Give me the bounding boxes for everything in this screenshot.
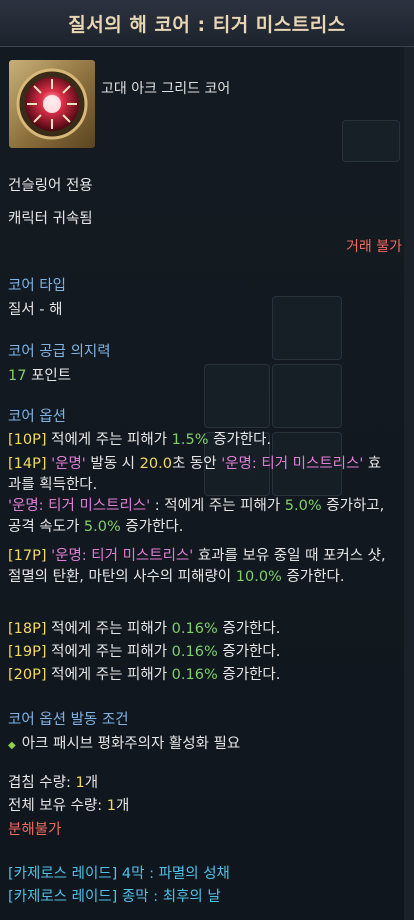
item-header: 고대 아크 그리드 코어 (0, 60, 404, 152)
condition-text: 아크 패시브 평화주의자 활성화 필요 (21, 736, 241, 752)
option-tag: [10P] (8, 432, 47, 448)
option-keyword: '운명: 티거 미스트리스' (221, 456, 364, 472)
option-text: 증가한다. (217, 621, 281, 637)
class-restriction: 건슬링어 전용 (8, 178, 93, 194)
option-text: : 적에게 주는 피해가 (150, 498, 285, 514)
supply-number: 17 (8, 368, 27, 384)
option-value: 5.0% (284, 498, 322, 514)
option-text: 발동 시 (85, 456, 140, 472)
option-tag: [19P] (8, 644, 47, 660)
item-title: 질서의 해 코어 : 티거 미스트리스 (68, 13, 346, 36)
supply-value: 17 포인트 (8, 364, 71, 385)
option-text: 적에게 주는 피해가 (46, 667, 172, 683)
supply-unit: 포인트 (31, 368, 72, 384)
owned-unit: 개 (116, 798, 130, 814)
option-text: 증가한다. (208, 432, 272, 448)
option-18p: [18P] 적에게 주는 피해가 0.16% 증가한다. (8, 619, 394, 640)
option-value: 20.0 (139, 456, 172, 472)
option-keyword: '운명: 티거 미스트리스' (8, 498, 151, 514)
owned-count: 전체 보유 수량: 1개 (8, 794, 129, 815)
option-17p: [17P] '운명: 티거 미스트리스' 효과를 보유 중일 때 포커스 샷, … (8, 546, 394, 588)
stack-label: 겹침 수량: (8, 775, 76, 791)
trade-status: 거래 불가 (346, 239, 402, 255)
option-value: 0.16% (171, 667, 218, 683)
option-text: 초 동안 (171, 456, 222, 472)
option-tag: [14P] (8, 456, 47, 472)
diamond-bullet-icon: ◆ (8, 740, 16, 751)
owned-label: 전체 보유 수량: (8, 798, 107, 814)
option-text: 적에게 주는 피해가 (46, 644, 172, 660)
option-text: 증가한다. (217, 644, 281, 660)
option-tag: [20P] (8, 667, 47, 683)
disassemble-status: 분해불가 (8, 822, 62, 838)
option-20p: [20P] 적에게 주는 피해가 0.16% 증가한다. (8, 665, 394, 686)
background-slot (272, 364, 342, 428)
option-14p: [14P] '운명' 발동 시 20.0초 동안 '운명: 티거 미스트리스' … (8, 454, 394, 538)
option-tag: [18P] (8, 621, 47, 637)
stack-count: 겹침 수량: 1개 (8, 771, 98, 792)
sun-core-icon (16, 68, 88, 140)
core-type-value: 질서 - 해 (8, 302, 63, 318)
option-text: 증가한다. (281, 569, 345, 585)
option-10p: [10P] 적에게 주는 피해가 1.5% 증가한다. (8, 430, 394, 451)
option-value: 10.0% (235, 569, 282, 585)
option-19p: [19P] 적에게 주는 피해가 0.16% 증가한다. (8, 642, 394, 663)
option-keyword: '운명: 티거 미스트리스' (46, 548, 194, 564)
option-text: 증가한다. (120, 519, 184, 535)
stack-unit: 개 (84, 775, 99, 791)
core-type-header: 코어 타입 (8, 278, 66, 294)
options-header: 코어 옵션 (8, 409, 66, 425)
source-item: [카제로스 레이드] 종막 : 최후의 날 (8, 889, 221, 905)
option-value: 0.16% (171, 644, 218, 660)
option-text: 적에게 주는 피해가 (46, 432, 172, 448)
core-item-icon (9, 60, 95, 148)
bound-status: 캐릭터 귀속됨 (8, 211, 93, 227)
option-keyword: '운명' (46, 456, 86, 472)
item-type-label: 고대 아크 그리드 코어 (101, 81, 231, 97)
option-text: 증가한다. (217, 667, 281, 683)
background-slot (272, 296, 342, 360)
side-strip (404, 0, 414, 920)
option-value: 1.5% (171, 432, 209, 448)
source-item: [카제로스 레이드] 4막 : 파멸의 성채 (8, 866, 230, 882)
condition-item: ◆ 아크 패시브 평화주의자 활성화 필요 (8, 732, 240, 753)
condition-header: 코어 옵션 발동 조건 (8, 712, 129, 728)
stack-value: 1 (75, 775, 85, 791)
supply-header: 코어 공급 의지력 (8, 344, 111, 360)
background-slot (204, 364, 270, 428)
owned-value: 1 (106, 798, 116, 814)
tooltip-title-bar: 질서의 해 코어 : 티거 미스트리스 (0, 0, 414, 47)
option-text: 적에게 주는 피해가 (46, 621, 172, 637)
option-tag: [17P] (8, 548, 47, 564)
option-value: 5.0% (83, 519, 121, 535)
option-value: 0.16% (171, 621, 218, 637)
